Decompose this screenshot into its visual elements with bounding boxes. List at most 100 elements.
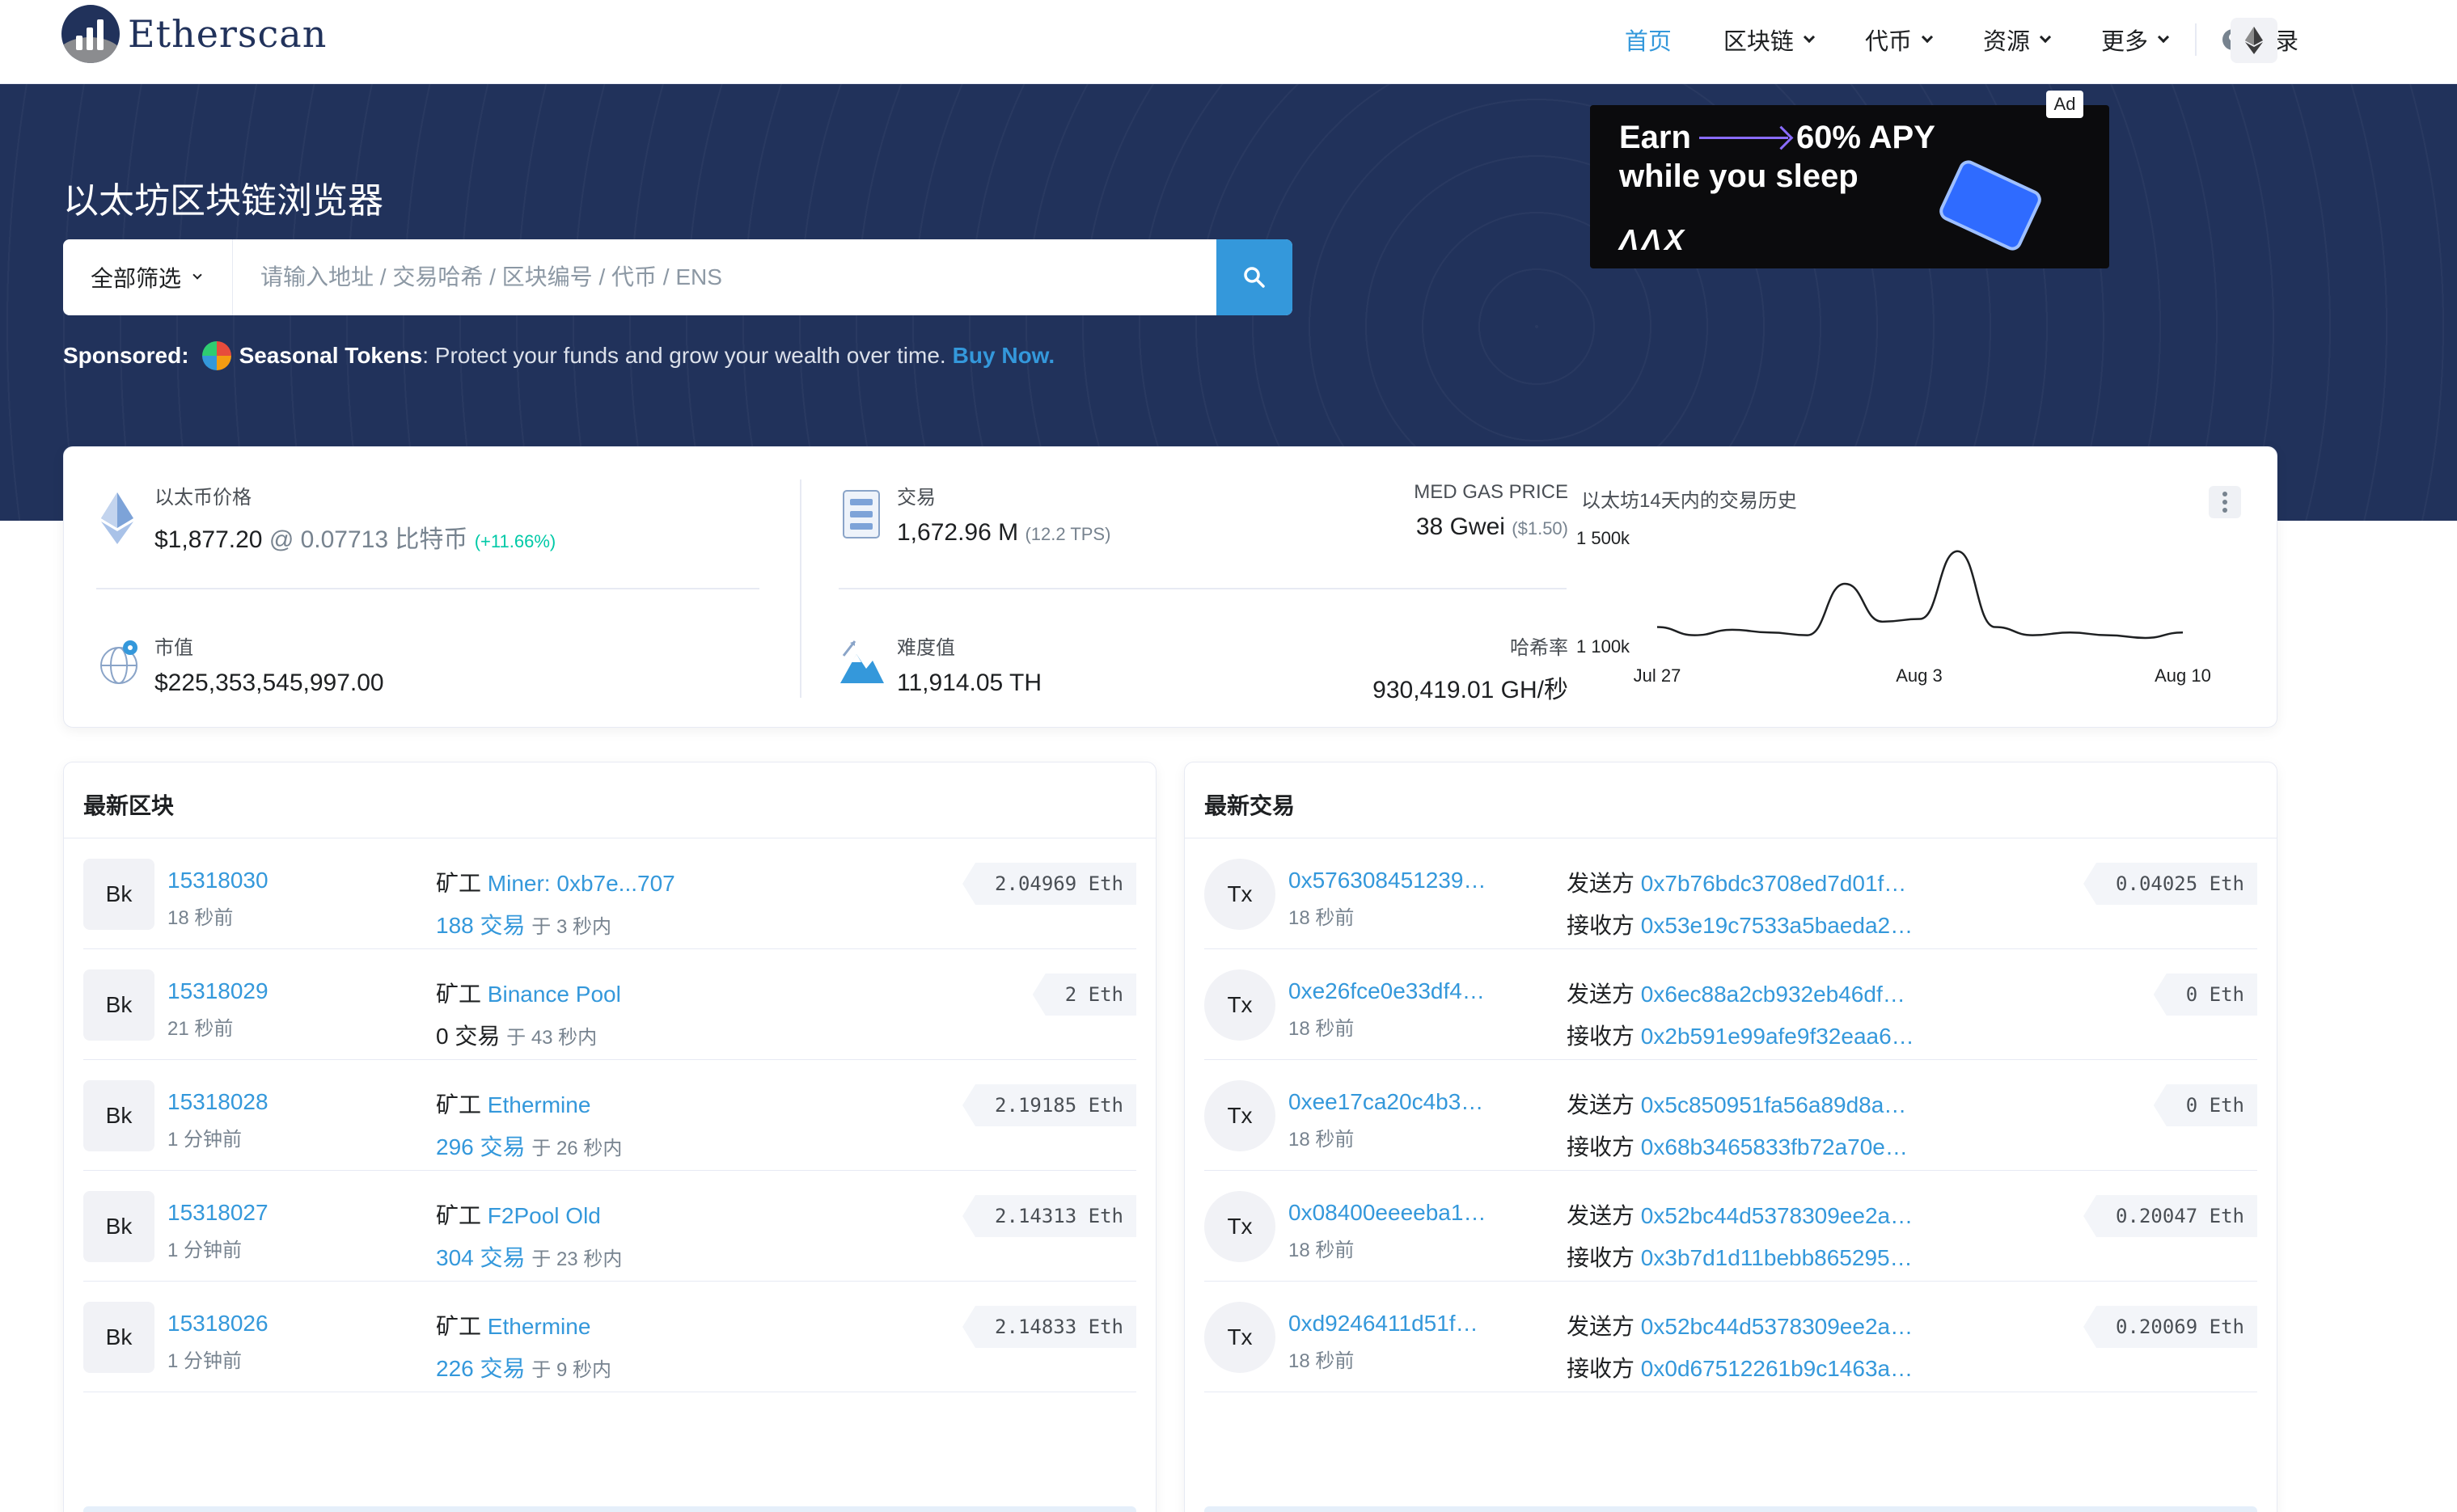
- nav-more[interactable]: 更多: [2101, 23, 2170, 57]
- sponsor-name: Seasonal Tokens: [239, 343, 423, 368]
- tx-hash-link[interactable]: 0xd9246411d51f…: [1288, 1311, 1478, 1337]
- nav-resources-label: 资源: [1982, 29, 2030, 55]
- tx-hash-link[interactable]: 0xee17ca20c4b3…: [1288, 1089, 1483, 1115]
- to-address-link[interactable]: 0x3b7d1d11bebb865295…: [1641, 1245, 1913, 1270]
- tx-hash-link[interactable]: 0xe26fce0e33df4…: [1288, 978, 1485, 1004]
- transaction-row: Tx 0x08400eeeeba1… 18 秒前 发送方 0x52bc44d53783…: [1204, 1171, 2257, 1282]
- tx-count: 296: [436, 1134, 474, 1159]
- from-address-link[interactable]: 0x6ec88a2cb932eb46df…: [1641, 982, 1905, 1007]
- block-number-link[interactable]: 15318027: [167, 1200, 269, 1226]
- etherscan-logo-icon: [61, 5, 120, 63]
- chevron-down-icon: [1921, 31, 1934, 44]
- tx-count: 304: [436, 1245, 474, 1270]
- block-age: 1 分钟前: [167, 1129, 243, 1151]
- to-address-link[interactable]: 0x68b3465833fb72a70e…: [1641, 1134, 1908, 1159]
- block-tx-count-link[interactable]: 226 交易: [436, 1356, 526, 1381]
- to-address-link[interactable]: 0x2b591e99afe9f32eaa6…: [1641, 1024, 1914, 1049]
- nav-blockchain-label: 区块链: [1723, 29, 1794, 55]
- tx-suffix: 交易: [480, 1356, 526, 1381]
- hashrate-value: 930,419.01 GH/秒: [1372, 677, 1568, 703]
- tx-age: 18 秒前: [1288, 907, 1355, 929]
- x-tick-label: Jul 27: [1634, 665, 1681, 686]
- difficulty-label: 难度值: [897, 637, 955, 659]
- x-tick-label: Aug 10: [2155, 665, 2211, 686]
- tx-hash-link[interactable]: 0x576308451239…: [1288, 868, 1486, 893]
- block-time: 于 9 秒内: [531, 1359, 611, 1381]
- from-label: 发送方: [1567, 982, 1635, 1007]
- to-label: 接收方: [1567, 1245, 1635, 1270]
- miner-link[interactable]: Ethermine: [488, 1314, 591, 1339]
- buy-now-link[interactable]: Buy Now.: [953, 343, 1055, 369]
- transaction-row: Tx 0xd9246411d51f… 18 秒前 发送方 0x52bc44d53783…: [1204, 1282, 2257, 1392]
- block-tx-count-link[interactable]: 188 交易: [436, 913, 526, 938]
- block-row: Bk 15318027 1 分钟前 矿工 F2Pool Old 304 交易 于 23 …: [83, 1171, 1136, 1282]
- tx-suffix: 交易: [480, 1245, 526, 1270]
- block-age: 21 秒前: [167, 1018, 234, 1040]
- divider: [96, 588, 759, 589]
- block-reward-badge: 2.04969 Eth: [962, 863, 1136, 905]
- block-icon: Bk: [83, 969, 154, 1041]
- block-reward-badge: 2.19185 Eth: [962, 1084, 1136, 1126]
- from-address-link[interactable]: 0x52bc44d5378309ee2a…: [1641, 1203, 1913, 1228]
- sleeping-cube-icon: [1936, 157, 2045, 254]
- transaction-row: Tx 0xe26fce0e33df4… 18 秒前 发送方 0x6ec88a2cb93…: [1204, 949, 2257, 1060]
- chart-menu-button[interactable]: [2209, 486, 2241, 518]
- tx-amount-badge: 0 Eth: [2153, 974, 2257, 1016]
- miner-label: 矿工: [436, 871, 482, 896]
- block-time: 于 23 秒内: [531, 1248, 623, 1270]
- divider: [800, 479, 801, 698]
- block-number-link[interactable]: 15318030: [167, 868, 269, 893]
- network-stats-card: 以太币价格 $1,877.20 @ 0.07713 比特币 (+11.66%) …: [63, 446, 2277, 728]
- tx-hash-link[interactable]: 0x08400eeeeba1…: [1288, 1200, 1486, 1226]
- transactions-tps: (12.2 TPS): [1025, 524, 1111, 544]
- block-row: Bk 15318028 1 分钟前 矿工 Ethermine 296 交易 于 26 秒…: [83, 1060, 1136, 1171]
- block-number-link[interactable]: 15318029: [167, 978, 269, 1004]
- from-address-link[interactable]: 0x52bc44d5378309ee2a…: [1641, 1314, 1913, 1339]
- etherscan-logo[interactable]: Etherscan: [61, 5, 327, 63]
- block-tx-count-link: 0 交易: [436, 1024, 500, 1049]
- view-all-transactions-button[interactable]: [1204, 1506, 2257, 1512]
- nav-blockchain[interactable]: 区块链: [1723, 23, 1816, 57]
- block-time: 于 26 秒内: [531, 1138, 623, 1159]
- miner-link[interactable]: F2Pool Old: [488, 1203, 601, 1228]
- transactions-list: Tx 0x576308451239… 18 秒前发送方 0x7b76bdc3708e…: [1204, 838, 2257, 1413]
- from-address-link[interactable]: 0x5c850951fa56a89d8a…: [1641, 1092, 1907, 1117]
- block-number-link[interactable]: 15318028: [167, 1089, 269, 1115]
- to-address-link[interactable]: 0x53e19c7533a5baeda2…: [1641, 913, 1913, 938]
- block-icon: Bk: [83, 1080, 154, 1151]
- y-tick-label: 1 500k: [1576, 528, 1630, 548]
- chevron-down-icon: [192, 270, 202, 280]
- block-number-link[interactable]: 15318026: [167, 1311, 269, 1337]
- view-all-blocks-button[interactable]: [83, 1506, 1136, 1512]
- block-reward-badge: 2.14313 Eth: [962, 1195, 1136, 1237]
- nav-tokens[interactable]: 代币: [1865, 23, 1934, 57]
- to-address-link[interactable]: 0x0d67512261b9c1463a…: [1641, 1356, 1913, 1381]
- tx-history-chart[interactable]: 1 500k 1 100k Jul 27 Aug 3 Aug 10: [1576, 520, 2239, 706]
- transactions-count[interactable]: 1,672.96 M: [897, 519, 1018, 546]
- block-reward-badge: 2 Eth: [1032, 974, 1136, 1016]
- ad-banner[interactable]: Earn 60% APY while you sleep ΛΛΧ: [1590, 105, 2109, 268]
- nav-home-label: 首页: [1624, 29, 1672, 55]
- search-input[interactable]: [233, 239, 1216, 315]
- miner-link[interactable]: Binance Pool: [488, 982, 621, 1007]
- marketcap-label: 市值: [154, 637, 193, 659]
- network-switch-button[interactable]: [2231, 18, 2277, 63]
- transactions-value-line: 1,672.96 M (12.2 TPS): [897, 519, 1110, 547]
- block-row: Bk 15318030 18 秒前 矿工 Miner: 0xb7e...707 188 …: [83, 838, 1136, 949]
- nav-home[interactable]: 首页: [1625, 23, 1672, 57]
- chevron-down-icon: [1803, 31, 1816, 44]
- nav-resources[interactable]: 资源: [1982, 23, 2052, 57]
- block-icon: Bk: [83, 1191, 154, 1262]
- mountain-icon: [840, 640, 884, 683]
- search-filter-dropdown[interactable]: 全部筛选: [63, 239, 233, 315]
- miner-link[interactable]: Ethermine: [488, 1092, 591, 1117]
- miner-link[interactable]: Miner: 0xb7e...707: [488, 871, 675, 896]
- transaction-icon: Tx: [1204, 1302, 1275, 1373]
- gas-price[interactable]: 38 Gwei: [1416, 513, 1505, 540]
- from-address-link[interactable]: 0x7b76bdc3708ed7d01f…: [1641, 871, 1907, 896]
- search-button[interactable]: [1216, 239, 1292, 315]
- block-tx-count-link[interactable]: 304 交易: [436, 1245, 526, 1270]
- block-tx-count-link[interactable]: 296 交易: [436, 1134, 526, 1159]
- miner-label: 矿工: [436, 1092, 482, 1117]
- latest-blocks-panel: 最新区块 Bk 15318030 18 秒前 矿工 Miner: 0xb7e...70…: [63, 762, 1157, 1512]
